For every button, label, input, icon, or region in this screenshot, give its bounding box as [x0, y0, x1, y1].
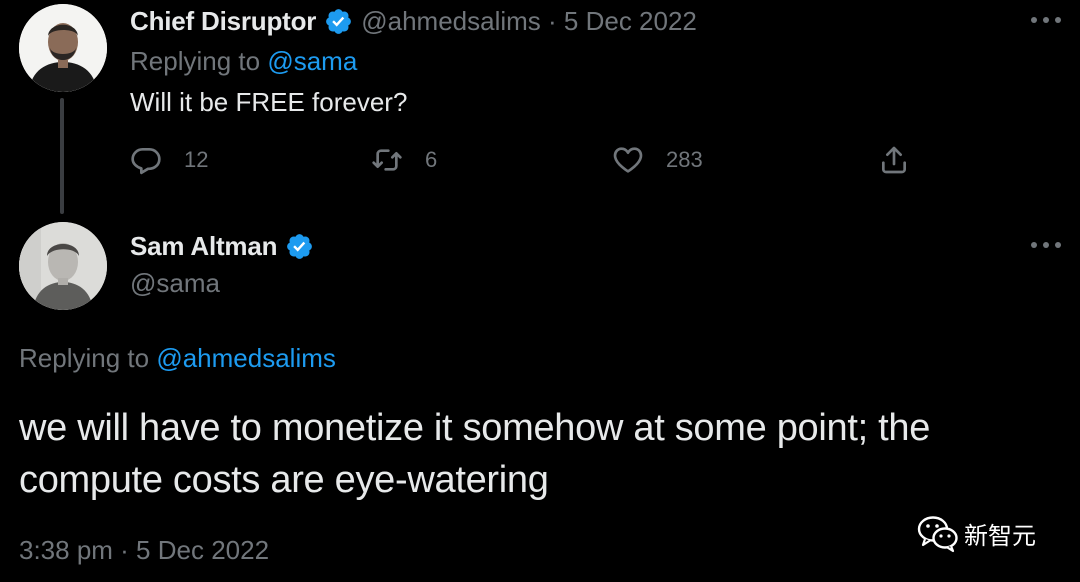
tweet-thread: Chief Disruptor @ahmedsalims · 5 Dec 202… [0, 0, 1080, 582]
verified-badge-icon [287, 233, 313, 259]
replying-to-mention-link[interactable]: @sama [267, 46, 357, 76]
reply-count: 12 [184, 147, 209, 172]
reply-tweet-text: Will it be FREE forever? [130, 87, 408, 117]
reply-tweet-header: Chief Disruptor @ahmedsalims · 5 Dec 202… [130, 3, 697, 39]
wechat-icon [917, 516, 958, 553]
handle[interactable]: @sama [130, 268, 220, 299]
replying-to-mention-link[interactable]: @ahmedsalims [156, 343, 336, 373]
share-button[interactable] [878, 144, 910, 176]
avatar-chief-disruptor[interactable] [19, 4, 107, 92]
tweet-action-bar: 12 6 283 [130, 142, 920, 182]
retweet-button[interactable]: 6 [371, 144, 437, 176]
like-button[interactable]: 283 [612, 144, 703, 176]
replying-to-label: Replying to [130, 46, 261, 76]
heart-icon [613, 147, 643, 173]
display-name[interactable]: Sam Altman [130, 231, 278, 262]
share-icon [882, 146, 906, 174]
tweet-timestamp[interactable]: 3:38 pm · 5 Dec 2022 [19, 535, 269, 566]
avatar-sam-altman[interactable] [19, 222, 107, 310]
replying-to: Replying to @ahmedsalims [19, 343, 336, 374]
more-icon[interactable] [1031, 15, 1061, 25]
retweet-icon [372, 149, 402, 171]
verified-badge-icon [326, 8, 352, 34]
reply-button[interactable]: 12 [130, 144, 208, 176]
thread-connector-line [60, 98, 64, 214]
more-icon[interactable] [1031, 240, 1061, 250]
main-tweet-text: we will have to monetize it somehow at s… [19, 407, 931, 501]
main-tweet-header: Sam Altman [130, 228, 314, 264]
replying-to: Replying to @sama [130, 46, 357, 77]
watermark-text: 新智元 [964, 521, 1036, 550]
reply-icon [131, 148, 161, 175]
replying-to-label: Replying to [19, 343, 150, 373]
watermark: 新智元 [916, 513, 1036, 553]
display-name[interactable]: Chief Disruptor [130, 6, 316, 37]
retweet-count: 6 [425, 147, 438, 172]
handle-and-date[interactable]: @ahmedsalims · 5 Dec 2022 [361, 6, 697, 37]
like-count: 283 [666, 147, 703, 172]
